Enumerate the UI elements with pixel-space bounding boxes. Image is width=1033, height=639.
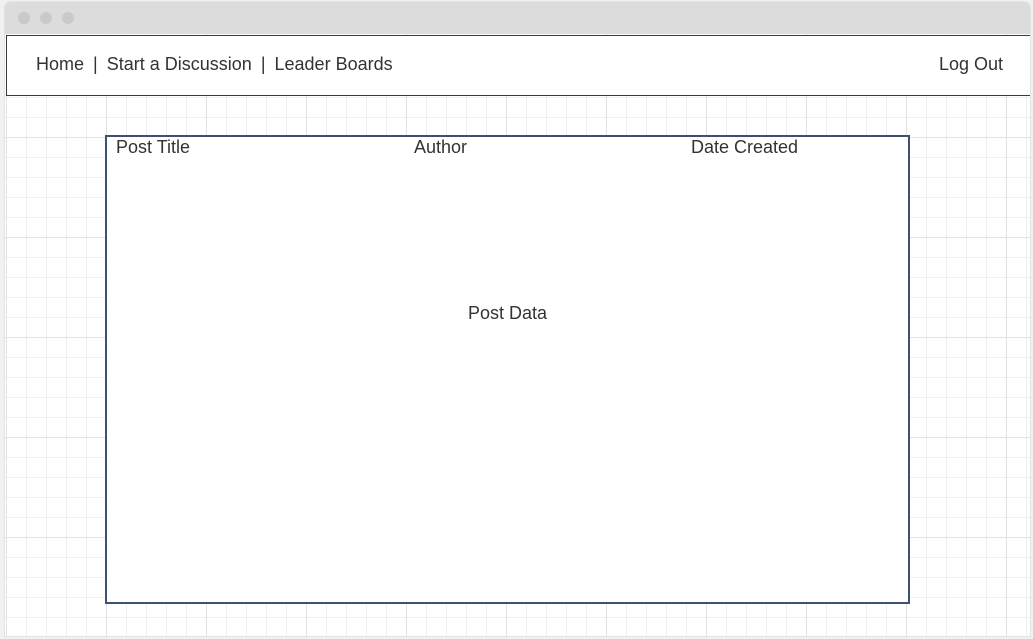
window-minimize-dot[interactable] bbox=[40, 12, 52, 24]
window-maximize-dot[interactable] bbox=[62, 12, 74, 24]
post-body: Post Data bbox=[467, 303, 548, 323]
nav-link-leader-boards[interactable]: Leader Boards bbox=[275, 54, 393, 74]
top-navbar: Home | Start a Discussion | Leader Board… bbox=[6, 35, 1030, 96]
post-date-heading: Date Created bbox=[691, 137, 799, 157]
nav-separator: | bbox=[93, 54, 98, 74]
post-author-heading: Author bbox=[414, 137, 468, 157]
post-title-heading: Post Title bbox=[116, 137, 191, 157]
window-close-dot[interactable] bbox=[18, 12, 30, 24]
nav-link-home[interactable]: Home bbox=[36, 54, 84, 74]
nav-link-start-discussion[interactable]: Start a Discussion bbox=[107, 54, 252, 74]
nav-links: Home | Start a Discussion | Leader Board… bbox=[36, 54, 393, 75]
nav-separator: | bbox=[260, 54, 266, 74]
post-panel: Post Title Author Date Created Post Data bbox=[105, 135, 910, 604]
browser-window: Home | Start a Discussion | Leader Board… bbox=[5, 2, 1030, 636]
logout-link[interactable]: Log Out bbox=[939, 54, 1003, 75]
window-titlebar bbox=[5, 2, 1030, 34]
